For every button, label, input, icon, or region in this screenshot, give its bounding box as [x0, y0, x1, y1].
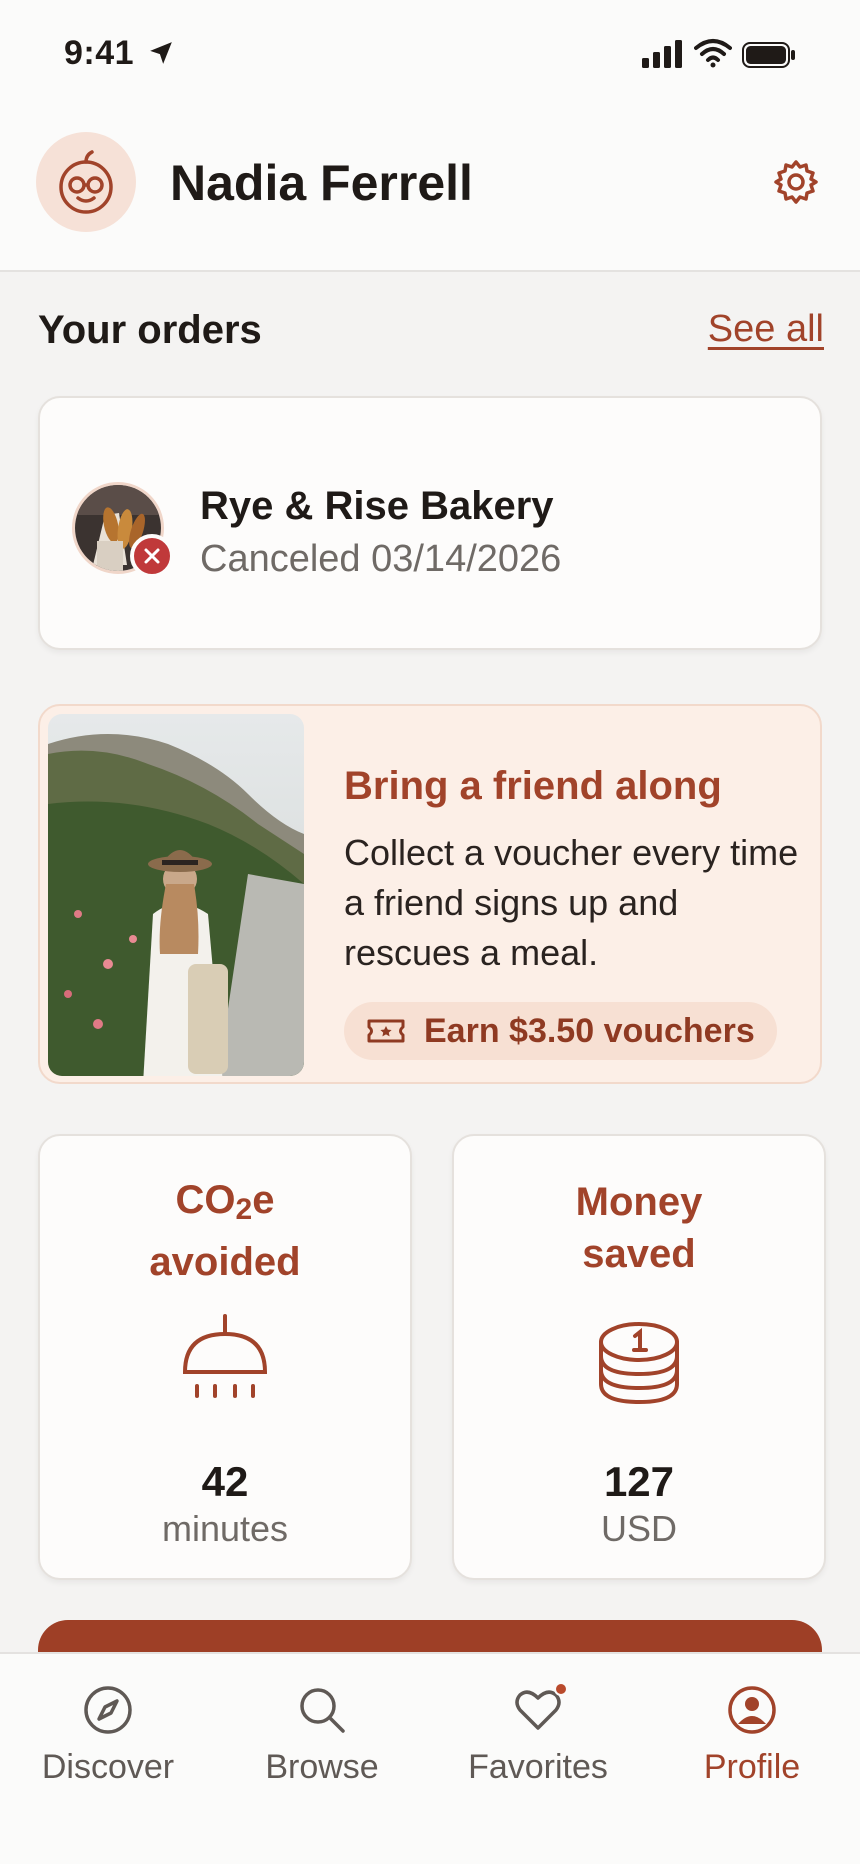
nav-item-profile[interactable]: Profile	[652, 1684, 852, 1787]
money-saved-stat-title: Money saved	[575, 1180, 703, 1276]
nav-item-label: Browse	[265, 1748, 379, 1786]
user-name: Nadia Ferrell	[170, 155, 473, 211]
gear-icon[interactable]	[772, 158, 820, 206]
search-icon	[300, 1688, 345, 1733]
promo-description: Collect a voucher every time a friend si…	[344, 832, 799, 973]
compass-icon	[84, 1686, 132, 1734]
co2-stat-value: 42	[201, 1458, 249, 1505]
profile-icon	[728, 1686, 776, 1734]
nav-item-label: Profile	[703, 1748, 801, 1786]
money-saved-stat-card[interactable]: Money saved 127 USD	[452, 1134, 826, 1580]
cellular-signal-icon	[642, 40, 682, 68]
money-saved-stat-value: 127	[603, 1458, 675, 1505]
canceled-badge	[130, 534, 174, 578]
order-store-name: Rye & Rise Bakery	[200, 484, 554, 528]
order-card[interactable]: Rye & Rise Bakery Canceled 03/14/2026	[38, 396, 822, 650]
order-status-date: Canceled 03/14/2026	[200, 538, 562, 580]
avatar[interactable]	[36, 132, 136, 232]
location-arrow-icon	[150, 42, 172, 64]
close-icon	[144, 548, 160, 564]
battery-icon	[742, 42, 795, 68]
nav-item-browse[interactable]: Browse	[222, 1684, 422, 1787]
co2-stat-unit: minutes	[161, 1508, 289, 1549]
nav-item-label: Discover	[41, 1748, 175, 1786]
voucher-chip-label: Earn $3.50 vouchers	[424, 1011, 755, 1050]
coin-stack-icon	[599, 1322, 679, 1405]
mascot-face-icon	[59, 150, 113, 214]
bottom-navigation: Discover Browse Favorites Profile	[0, 1652, 860, 1864]
nav-item-favorites[interactable]: Favorites	[438, 1682, 638, 1787]
orders-section-title: Your orders	[38, 308, 262, 352]
profile-header: Nadia Ferrell	[0, 110, 860, 272]
co2-stat-card[interactable]: CO2e avoided 42 minutes	[38, 1134, 412, 1580]
co2-stat-title: CO2e avoided	[149, 1178, 301, 1284]
money-saved-stat-unit: USD	[600, 1508, 677, 1549]
wifi-icon	[694, 39, 732, 68]
status-bar: 9:41	[0, 0, 860, 110]
status-time: 9:41	[64, 34, 135, 72]
promo-photo	[48, 714, 304, 1076]
promo-title: Bring a friend along	[344, 764, 722, 808]
nav-item-label: Favorites	[468, 1748, 608, 1786]
referral-promo-card[interactable]: Bring a friend along Collect a voucher e…	[38, 704, 822, 1084]
voucher-chip[interactable]: Earn $3.50 vouchers	[344, 1002, 777, 1060]
see-all-orders-link[interactable]: See all	[708, 308, 824, 351]
shower-icon	[182, 1314, 268, 1398]
ticket-icon	[367, 1019, 405, 1043]
notification-dot	[554, 1682, 568, 1696]
nav-item-discover[interactable]: Discover	[8, 1684, 208, 1787]
